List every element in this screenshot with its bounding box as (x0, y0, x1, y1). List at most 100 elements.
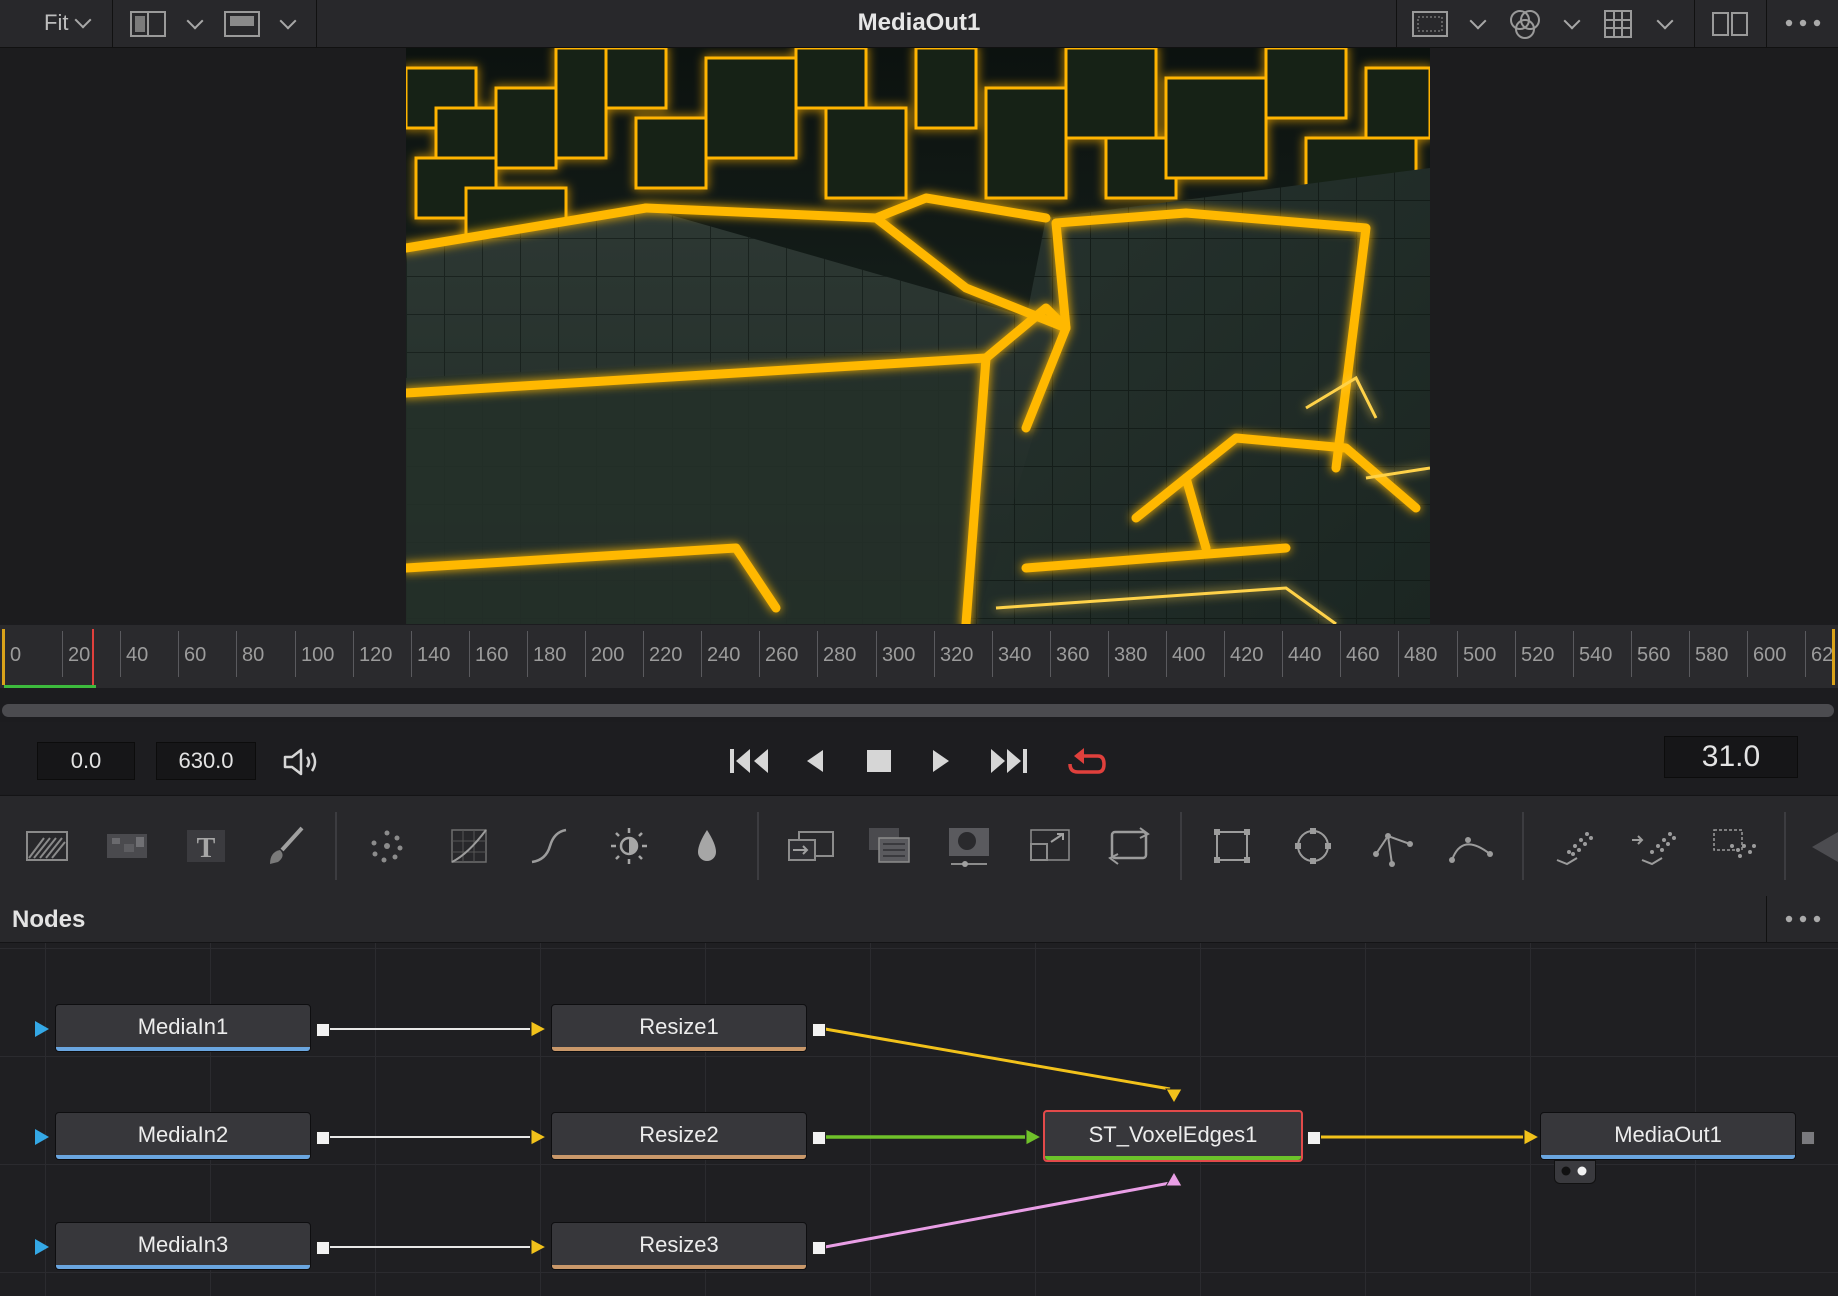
roi-icon[interactable] (224, 11, 260, 37)
more-options-icon[interactable] (1784, 18, 1822, 28)
transform-icon[interactable] (1104, 824, 1154, 868)
resize-icon[interactable] (1027, 824, 1073, 868)
ellipse-mask-icon[interactable] (1290, 824, 1336, 868)
particles-icon[interactable] (364, 824, 410, 868)
channel-booleans-icon[interactable] (865, 824, 915, 868)
time-ruler[interactable]: 0 20 40 60 80 100 120 140 160 180 200 220 240 260 280 3… (0, 625, 1838, 688)
image-plane-icon[interactable] (1710, 824, 1760, 868)
mediain1-output-port[interactable] (316, 1023, 330, 1037)
mediain2-output-port[interactable] (316, 1131, 330, 1145)
ruler-tick (1166, 631, 1167, 677)
channels-chevron-down-icon[interactable] (1563, 12, 1581, 30)
fastnoise-icon[interactable] (104, 824, 150, 868)
fit-chevron-down-icon[interactable] (74, 11, 92, 29)
step-back-icon[interactable] (803, 748, 827, 774)
ruler-tick-label: 540 (1579, 644, 1613, 666)
matte-control-icon[interactable] (945, 824, 995, 868)
start-marker[interactable] (2, 629, 5, 685)
ruler-tick-label: 0 (10, 644, 22, 666)
roi-chevron-down-icon[interactable] (279, 12, 297, 30)
timeline-scrollbar[interactable] (2, 704, 1834, 717)
node-resize1[interactable]: Resize1 (551, 1004, 807, 1052)
color-channels-icon[interactable] (1508, 8, 1542, 40)
viewer-indicator-badge[interactable] (1554, 1160, 1596, 1184)
resize1-output-port[interactable] (812, 1023, 826, 1037)
ruler-tick-label: 220 (649, 644, 683, 666)
color-curves-icon[interactable] (446, 824, 492, 868)
light-icon[interactable] (606, 824, 652, 868)
node-resize3[interactable]: Resize3 (551, 1222, 807, 1270)
ruler-tick-label: 40 (126, 644, 149, 666)
ruler-tick (585, 631, 586, 677)
ruler-tick-label: 200 (591, 644, 625, 666)
ruler-tick-label: 140 (417, 644, 451, 666)
nodes-more-options-icon[interactable] (1784, 914, 1822, 924)
ruler-tick (353, 631, 354, 677)
viewer-title: MediaOut1 (857, 9, 981, 36)
ruler-tick-label: 500 (1463, 644, 1497, 666)
playhead[interactable] (92, 629, 94, 685)
safe-frames-chevron-down-icon[interactable] (1469, 12, 1487, 30)
bspline-mask-icon[interactable] (1448, 824, 1494, 868)
end-marker[interactable] (1832, 629, 1835, 685)
go-to-start-icon[interactable] (728, 746, 772, 776)
safe-frames-icon[interactable] (1412, 11, 1448, 37)
transport-bar: 0.0 630.0 31.0 (0, 722, 1838, 794)
grid-overlay-icon[interactable] (1604, 10, 1632, 38)
node-label: ST_VoxelEdges1 (1088, 1122, 1258, 1147)
node-color-bar (552, 1047, 806, 1051)
node-st-voxeledges1[interactable]: ST_VoxelEdges1 (1043, 1110, 1303, 1162)
mediain3-output-port[interactable] (316, 1241, 330, 1255)
toolbar-scroll-arrow-icon[interactable] (1808, 830, 1838, 864)
node-resize2[interactable]: Resize2 (551, 1112, 807, 1160)
particle-emitter-icon[interactable] (1551, 824, 1597, 868)
text-icon[interactable]: T (183, 824, 229, 868)
ruler-tick-label: 60 (184, 644, 207, 666)
audio-speaker-icon[interactable] (282, 746, 322, 778)
ruler-tick-label: 280 (823, 644, 857, 666)
paint-icon[interactable] (262, 824, 308, 868)
node-label: Resize2 (639, 1122, 719, 1147)
ruler-tick (1689, 631, 1690, 677)
ruler-tick (643, 631, 644, 677)
viewer-panel[interactable] (0, 48, 1838, 624)
fit-label: Fit (44, 10, 69, 35)
render-end-field[interactable]: 630.0 (156, 742, 256, 780)
stop-icon[interactable] (865, 748, 893, 774)
node-mediain3[interactable]: MediaIn3 (55, 1222, 311, 1270)
merge-icon[interactable] (785, 824, 837, 868)
polygon-mask-icon[interactable] (1370, 824, 1416, 868)
go-to-end-icon[interactable] (987, 746, 1031, 776)
loop-icon[interactable] (1062, 744, 1108, 778)
node-mediaout1[interactable]: MediaOut1 (1540, 1112, 1796, 1160)
node-mediain2[interactable]: MediaIn2 (55, 1112, 311, 1160)
mediain3-input-arrow-icon (35, 1239, 49, 1255)
layout-chevron-down-icon[interactable] (186, 12, 204, 30)
ruler-tick (1108, 631, 1109, 677)
resize3-output-port[interactable] (812, 1241, 826, 1255)
render-start-field[interactable]: 0.0 (37, 742, 135, 780)
current-frame-field[interactable]: 31.0 (1664, 736, 1798, 778)
mediaout-output-port[interactable] (1801, 1131, 1815, 1145)
blur-icon[interactable] (684, 824, 730, 868)
voxel-output-port[interactable] (1307, 1131, 1321, 1145)
resize2-output-port[interactable] (812, 1131, 826, 1145)
node-color-bar (1045, 1156, 1301, 1160)
particle-render-icon[interactable] (1628, 824, 1678, 868)
viewer-frame-image[interactable] (406, 48, 1430, 624)
toolbar-separator (1784, 812, 1786, 880)
ruler-tick-label: 180 (533, 644, 567, 666)
node-graph[interactable]: MediaIn1 MediaIn2 MediaIn3 Resize1 Resiz… (0, 943, 1838, 1296)
rectangle-mask-icon[interactable] (1209, 824, 1255, 868)
node-label: Resize3 (639, 1232, 719, 1257)
background-icon[interactable] (24, 824, 70, 868)
toolbar-separator (335, 812, 337, 880)
ruler-tick-label: 20 (68, 644, 91, 666)
play-icon[interactable] (929, 748, 953, 774)
node-mediain1[interactable]: MediaIn1 (55, 1004, 311, 1052)
fit-zoom-dropdown[interactable]: Fit (44, 10, 68, 36)
brightness-contrast-icon[interactable] (526, 824, 572, 868)
dual-viewer-icon[interactable] (1712, 12, 1748, 36)
viewer-layout-icon[interactable] (130, 11, 166, 37)
grid-chevron-down-icon[interactable] (1656, 12, 1674, 30)
